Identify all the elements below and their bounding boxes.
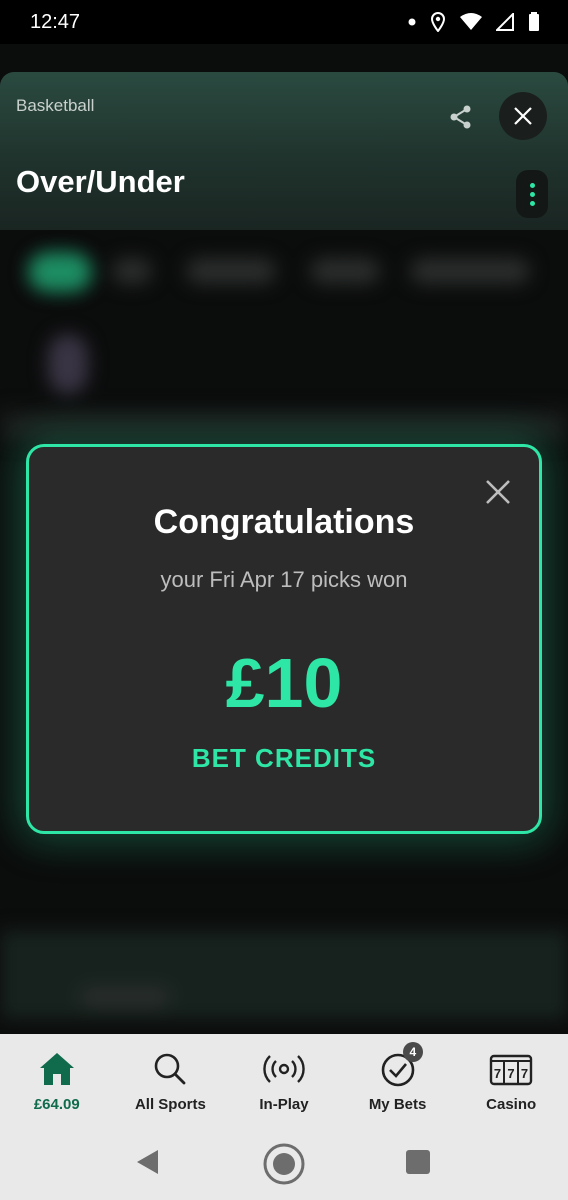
nav-all-sports[interactable]: All Sports	[114, 1034, 228, 1124]
battery-icon	[528, 12, 540, 32]
status-icons	[408, 12, 540, 32]
notification-dot-icon	[408, 18, 416, 26]
congratulations-dialog: Congratulations your Fri Apr 17 picks wo…	[26, 444, 542, 834]
nav-in-play[interactable]: In-Play	[227, 1034, 341, 1124]
more-dot-icon	[529, 182, 535, 188]
dialog-subtitle: your Fri Apr 17 picks won	[160, 567, 408, 592]
nav-my-bets[interactable]: 4 My Bets	[341, 1034, 455, 1124]
blurred-row	[0, 930, 568, 1020]
home-icon	[39, 1053, 74, 1085]
system-back-button[interactable]	[134, 1148, 162, 1181]
more-dot-icon	[529, 200, 535, 206]
location-icon	[430, 12, 446, 32]
system-home-button[interactable]	[262, 1142, 306, 1191]
dialog-title: Congratulations	[153, 503, 415, 541]
system-nav-bar	[0, 1124, 568, 1200]
nav-label-my-bets: My Bets	[368, 1096, 427, 1113]
bonus-amount: £10	[225, 644, 343, 722]
more-options-button[interactable]	[516, 170, 548, 218]
blurred-tab	[186, 258, 276, 284]
sport-label: Basketball	[16, 96, 95, 115]
back-triangle-icon	[137, 1150, 158, 1174]
svg-text:7: 7	[521, 1066, 528, 1081]
close-icon	[514, 107, 532, 125]
nav-label-in-play: In-Play	[259, 1096, 309, 1113]
nav-label-balance: £64.09	[33, 1096, 80, 1113]
search-icon	[155, 1053, 186, 1085]
home-circle-icon	[263, 1143, 305, 1185]
wifi-icon	[460, 13, 482, 31]
more-dot-icon	[529, 191, 535, 197]
blurred-row	[0, 410, 568, 440]
close-sheet-button[interactable]	[499, 92, 547, 140]
share-button[interactable]	[446, 102, 476, 132]
share-icon	[450, 105, 471, 129]
cell-signal-icon	[496, 13, 514, 31]
svg-text:7: 7	[494, 1066, 501, 1081]
nav-label-casino: Casino	[486, 1096, 537, 1113]
nav-label-all-sports: All Sports	[134, 1096, 206, 1113]
nav-home[interactable]: £64.09	[0, 1034, 114, 1124]
page-title: Over/Under	[16, 164, 185, 199]
my-bets-badge: 4	[402, 1042, 423, 1062]
bet-credits-label: BET CREDITS	[191, 743, 377, 773]
blurred-avatar	[48, 334, 88, 394]
blurred-tab	[310, 258, 380, 284]
nav-casino[interactable]: 7 7 7 Casino	[454, 1034, 568, 1124]
bottom-nav: £64.09 All Sports In-Play 4 My Bets 7 7 …	[0, 1034, 568, 1124]
status-time: 12:47	[30, 10, 81, 33]
blurred-text	[80, 988, 170, 1006]
status-bar: 12:47	[0, 0, 568, 44]
blurred-tab	[410, 258, 530, 284]
slot-machine-icon: 7 7 7	[489, 1054, 533, 1086]
broadcast-icon	[263, 1055, 305, 1083]
blurred-tab	[28, 252, 92, 292]
svg-text:7: 7	[508, 1066, 515, 1081]
blurred-tab	[112, 258, 152, 284]
system-recents-button[interactable]	[406, 1150, 430, 1174]
